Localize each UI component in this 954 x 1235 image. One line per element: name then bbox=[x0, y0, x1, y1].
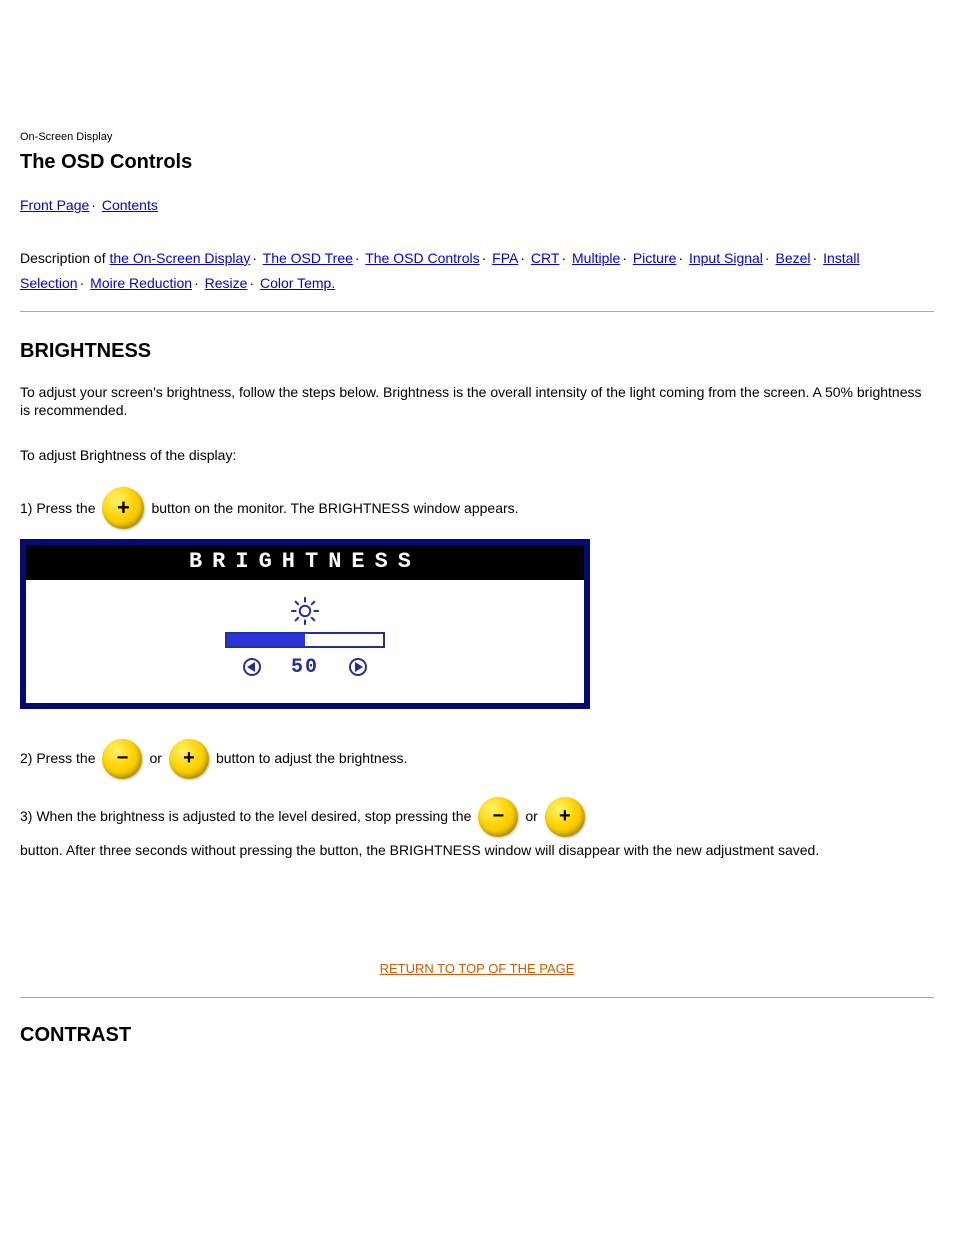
brightness-step-2: 2) Press the − or + button to adjust the… bbox=[20, 739, 934, 779]
link-bezel[interactable]: Bezel bbox=[775, 250, 810, 266]
link-osd-controls[interactable]: The OSD Controls bbox=[365, 250, 479, 266]
step3a-mid: or bbox=[525, 807, 537, 826]
section-title: The OSD Controls bbox=[20, 149, 934, 176]
brightness-step-3-line1: 3) When the brightness is adjusted to th… bbox=[20, 797, 934, 837]
contrast-heading: CONTRAST bbox=[20, 1022, 934, 1049]
step1-pre: 1) Press the bbox=[20, 499, 95, 518]
step2-pre: 2) Press the bbox=[20, 749, 95, 768]
minus-button-icon: − bbox=[478, 797, 518, 837]
link-osd-tree[interactable]: The OSD Tree bbox=[263, 250, 353, 266]
step3a-pre: 3) When the brightness is adjusted to th… bbox=[20, 807, 471, 826]
brightness-heading: BRIGHTNESS bbox=[20, 338, 934, 365]
osd-brightness-panel: BRIGHTNESS 50 bbox=[20, 539, 590, 709]
brightness-adjust-intro: To adjust Brightness of the display: bbox=[20, 446, 934, 465]
link-osd-description[interactable]: the On-Screen Display bbox=[109, 250, 250, 266]
step2-post: button to adjust the brightness. bbox=[216, 749, 407, 768]
breadcrumb-primary: Front Page· Contents bbox=[20, 196, 934, 215]
step1-post: button on the monitor. The BRIGHTNESS wi… bbox=[151, 499, 518, 518]
link-multiple[interactable]: Multiple bbox=[572, 250, 620, 266]
divider bbox=[20, 311, 934, 312]
link-moire[interactable]: Moire Reduction bbox=[90, 275, 192, 291]
link-crt[interactable]: CRT bbox=[531, 250, 560, 266]
sun-icon bbox=[290, 596, 320, 626]
return-to-top-link[interactable]: RETURN TO TOP OF THE PAGE bbox=[380, 961, 575, 976]
plus-button-icon: + bbox=[102, 487, 144, 529]
step3b-text: button. After three seconds without pres… bbox=[20, 841, 819, 860]
section-subtitle: On-Screen Display bbox=[20, 130, 934, 145]
link-color-temp[interactable]: Color Temp. bbox=[260, 275, 335, 291]
brightness-progress-track bbox=[225, 632, 385, 648]
plus-button-icon: + bbox=[545, 797, 585, 837]
divider bbox=[20, 997, 934, 998]
step2-mid: or bbox=[149, 749, 161, 768]
osd-panel-title: BRIGHTNESS bbox=[26, 545, 584, 580]
breadcrumb-tertiary: Selection· Moire Reduction· Resize· Colo… bbox=[20, 274, 934, 293]
brightness-step-1: 1) Press the + button on the monitor. Th… bbox=[20, 487, 934, 529]
link-contents[interactable]: Contents bbox=[102, 197, 158, 213]
nav2-prefix: Description of bbox=[20, 250, 109, 266]
brightness-step-3-line2: button. After three seconds without pres… bbox=[20, 841, 934, 860]
return-to-top: RETURN TO TOP OF THE PAGE bbox=[20, 960, 934, 978]
link-picture[interactable]: Picture bbox=[633, 250, 677, 266]
link-input-signal[interactable]: Input Signal bbox=[689, 250, 763, 266]
brightness-progress-bar bbox=[227, 634, 305, 646]
link-resize[interactable]: Resize bbox=[205, 275, 248, 291]
link-selection[interactable]: Selection bbox=[20, 275, 78, 291]
breadcrumb-secondary: Description of the On-Screen Display· Th… bbox=[20, 249, 934, 268]
plus-button-icon: + bbox=[169, 739, 209, 779]
link-front-page[interactable]: Front Page bbox=[20, 197, 89, 213]
brightness-description: To adjust your screen's brightness, foll… bbox=[20, 383, 934, 421]
link-install[interactable]: Install bbox=[823, 250, 860, 266]
brightness-value: 50 bbox=[291, 654, 319, 681]
osd-left-arrow-icon bbox=[243, 658, 261, 676]
link-fpa[interactable]: FPA bbox=[492, 250, 518, 266]
osd-right-arrow-icon bbox=[349, 658, 367, 676]
minus-button-icon: − bbox=[102, 739, 142, 779]
